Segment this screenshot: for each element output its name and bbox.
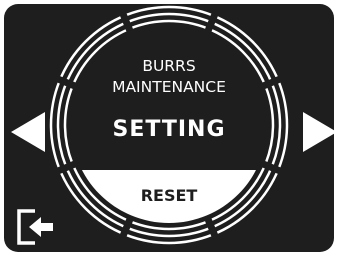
dial-gap <box>54 160 78 175</box>
current-option-label[interactable]: SETTING <box>4 117 334 142</box>
dial-gap <box>204 10 219 34</box>
dial-gap <box>260 160 284 175</box>
dial-gap <box>119 216 134 240</box>
menu-title-line1: BURRS <box>142 57 196 75</box>
dial-gap <box>119 10 134 34</box>
previous-option-icon[interactable] <box>11 112 45 152</box>
dial-gap <box>204 216 219 240</box>
next-option-icon[interactable] <box>303 112 334 152</box>
reset-button-label[interactable]: RESET <box>4 186 334 205</box>
display-screen: BURRS MAINTENANCE SETTING RESET <box>4 4 334 252</box>
menu-title-line2: MAINTENANCE <box>112 78 226 96</box>
exit-icon[interactable] <box>13 205 57 249</box>
